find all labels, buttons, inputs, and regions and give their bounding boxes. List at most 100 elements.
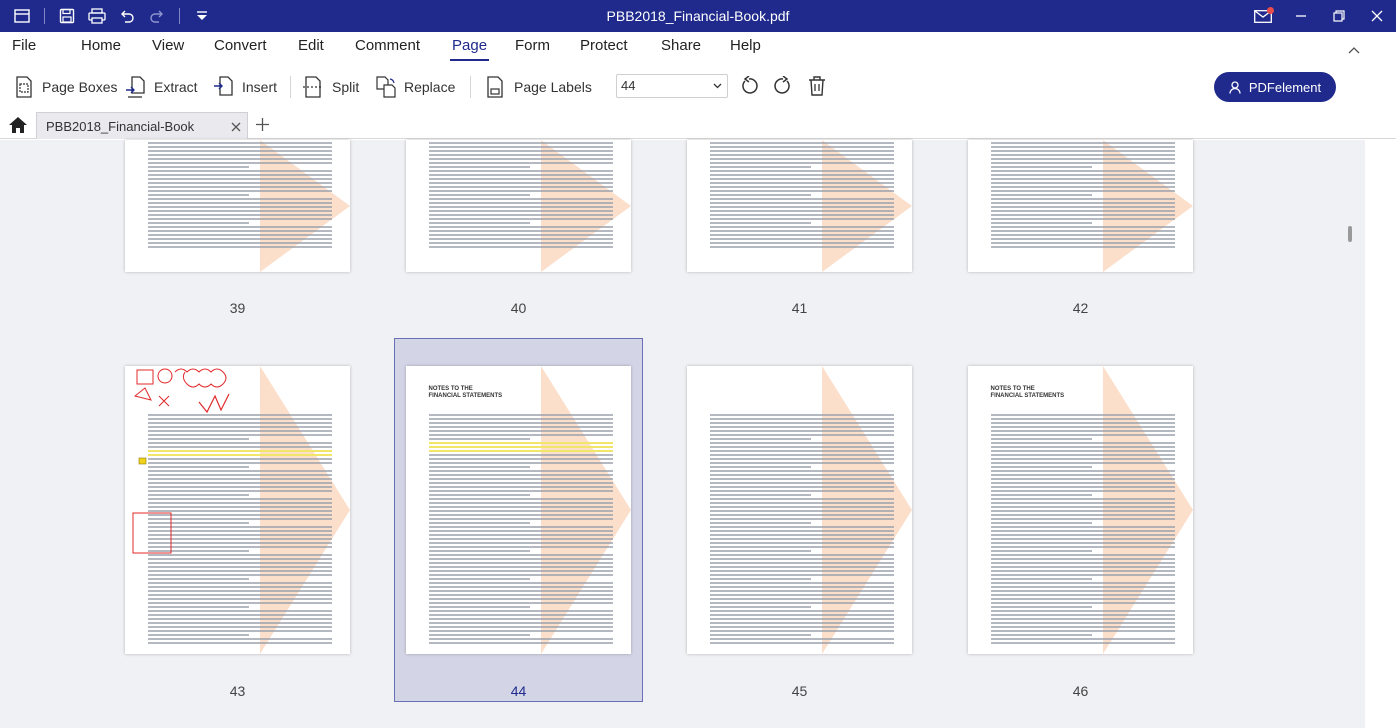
thumbnail-text-block [709,414,894,646]
extract-button[interactable]: Extract [124,74,198,100]
annotation-note [138,457,147,465]
close-window-icon[interactable] [1358,0,1396,32]
thumbnail-heading: FINANCIAL STATEMENTS [990,393,1065,399]
replace-icon [376,76,396,98]
page-thumbnail-42[interactable] [968,140,1193,272]
replace-label: Replace [404,79,456,95]
insert-icon [214,76,233,96]
thumbnail-text-block [428,142,613,250]
vertical-scrollbar[interactable] [1365,140,1396,728]
drawing-annotations[interactable] [129,366,249,556]
page-thumbnail-40[interactable] [406,140,631,272]
page-number-select[interactable]: 44 [616,74,728,98]
pdfelement-label: PDFelement [1248,79,1322,95]
menu-item-file[interactable]: File [12,32,36,62]
print-icon[interactable] [85,4,109,28]
menu-item-comment[interactable]: Comment [355,32,420,62]
page-boxes-label: Page Boxes [42,79,118,95]
notification-dot [1267,6,1274,14]
window-controls [1244,0,1396,32]
document-tab[interactable]: PBB2018_Financial-Book [36,112,248,139]
annotation-rectangle [132,512,172,554]
menu-item-form[interactable]: Form [515,32,550,62]
thumbnail-text-block [147,142,332,250]
thumbnail-heading: NOTES TO THE [990,386,1035,392]
rotate-left-icon[interactable] [739,75,759,99]
scrollbar-thumb[interactable] [1348,226,1352,242]
customize-toolbar-icon[interactable] [190,4,214,28]
thumbnail-heading: FINANCIAL STATEMENTS [428,393,503,399]
document-tab-bar: PBB2018_Financial-Book [0,112,1396,139]
collapse-ribbon-icon[interactable] [1348,42,1360,57]
annotation-freehand [174,368,227,388]
toolbar-separator [470,76,471,98]
thumbnail-text-block [428,414,613,646]
add-tab-icon[interactable] [256,118,269,134]
menu-item-view[interactable]: View [152,32,184,62]
annotation-freehand [133,387,152,401]
split-label: Split [332,79,360,95]
page-thumbnail-41[interactable] [687,140,912,272]
page-boxes-button[interactable]: Page Boxes [12,74,118,100]
thumbnail-text-block [990,142,1175,250]
page-thumbnail-44[interactable]: NOTES TO THE FINANCIAL STATEMENTS [406,366,631,654]
page-thumbnail-46[interactable]: NOTES TO THE FINANCIAL STATEMENTS [968,366,1193,654]
page-number-label: 46 [1072,683,1089,699]
page-number-label: 41 [791,300,808,316]
document-tab-label: PBB2018_Financial-Book [46,119,195,134]
page-number-label: 44 [510,683,527,699]
page-thumbnail-39[interactable] [125,140,350,272]
page-number-label: 40 [510,300,527,316]
menu-item-share[interactable]: Share [661,32,701,62]
page-boxes-icon [16,76,32,98]
undo-icon[interactable] [115,4,139,28]
user-icon [1229,80,1241,94]
page-labels-button[interactable]: Page Labels [484,74,592,100]
menu-item-help[interactable]: Help [730,32,761,62]
annotation-rectangle [136,369,154,385]
split-button[interactable]: Split [302,74,359,100]
app-menu-icon[interactable] [10,4,34,28]
page-thumbnail-45[interactable] [687,366,912,654]
toolbar-separator [290,76,291,98]
page-number-value: 44 [621,78,636,93]
extract-label: Extract [154,79,198,95]
annotation-ellipse [157,368,173,384]
thumbnail-heading: NOTES TO THE [428,386,473,392]
page-toolbar: Page Boxes Extract Insert Split Replace … [0,62,1396,112]
extract-icon [126,76,145,98]
page-number-label: 39 [229,300,246,316]
menu-item-convert[interactable]: Convert [214,32,267,62]
redo-icon[interactable] [145,4,169,28]
menu-item-edit[interactable]: Edit [298,32,324,62]
save-icon[interactable] [55,4,79,28]
thumbnail-text-block [990,414,1175,646]
page-labels-icon [487,76,503,98]
delete-page-icon[interactable] [808,76,826,99]
pdfelement-button[interactable]: PDFelement [1214,72,1336,102]
menu-item-page[interactable]: Page [449,32,490,62]
page-thumbnail-43[interactable] [125,366,350,654]
minimize-icon[interactable] [1282,0,1320,32]
replace-button[interactable]: Replace [374,74,455,100]
close-tab-icon[interactable] [231,120,241,135]
annotation-freehand [198,393,230,414]
rotate-right-icon[interactable] [773,75,793,99]
annotation-freehand [158,395,170,407]
menu-item-protect[interactable]: Protect [580,32,628,62]
insert-label: Insert [242,79,278,95]
page-number-label: 43 [229,683,246,699]
separator [179,8,180,24]
menu-bar: File Home View Convert Edit Comment Page Form Pr… [0,32,1396,62]
home-icon[interactable] [8,116,28,137]
insert-button[interactable]: Insert [212,74,277,100]
page-labels-label: Page Labels [514,79,592,95]
menu-item-home[interactable]: Home [81,32,121,62]
chevron-down-icon [713,83,722,89]
separator [44,8,45,24]
split-icon [303,76,323,98]
page-number-label: 45 [791,683,808,699]
page-number-label: 42 [1072,300,1089,316]
mail-notification-icon[interactable] [1244,0,1282,32]
restore-icon[interactable] [1320,0,1358,32]
